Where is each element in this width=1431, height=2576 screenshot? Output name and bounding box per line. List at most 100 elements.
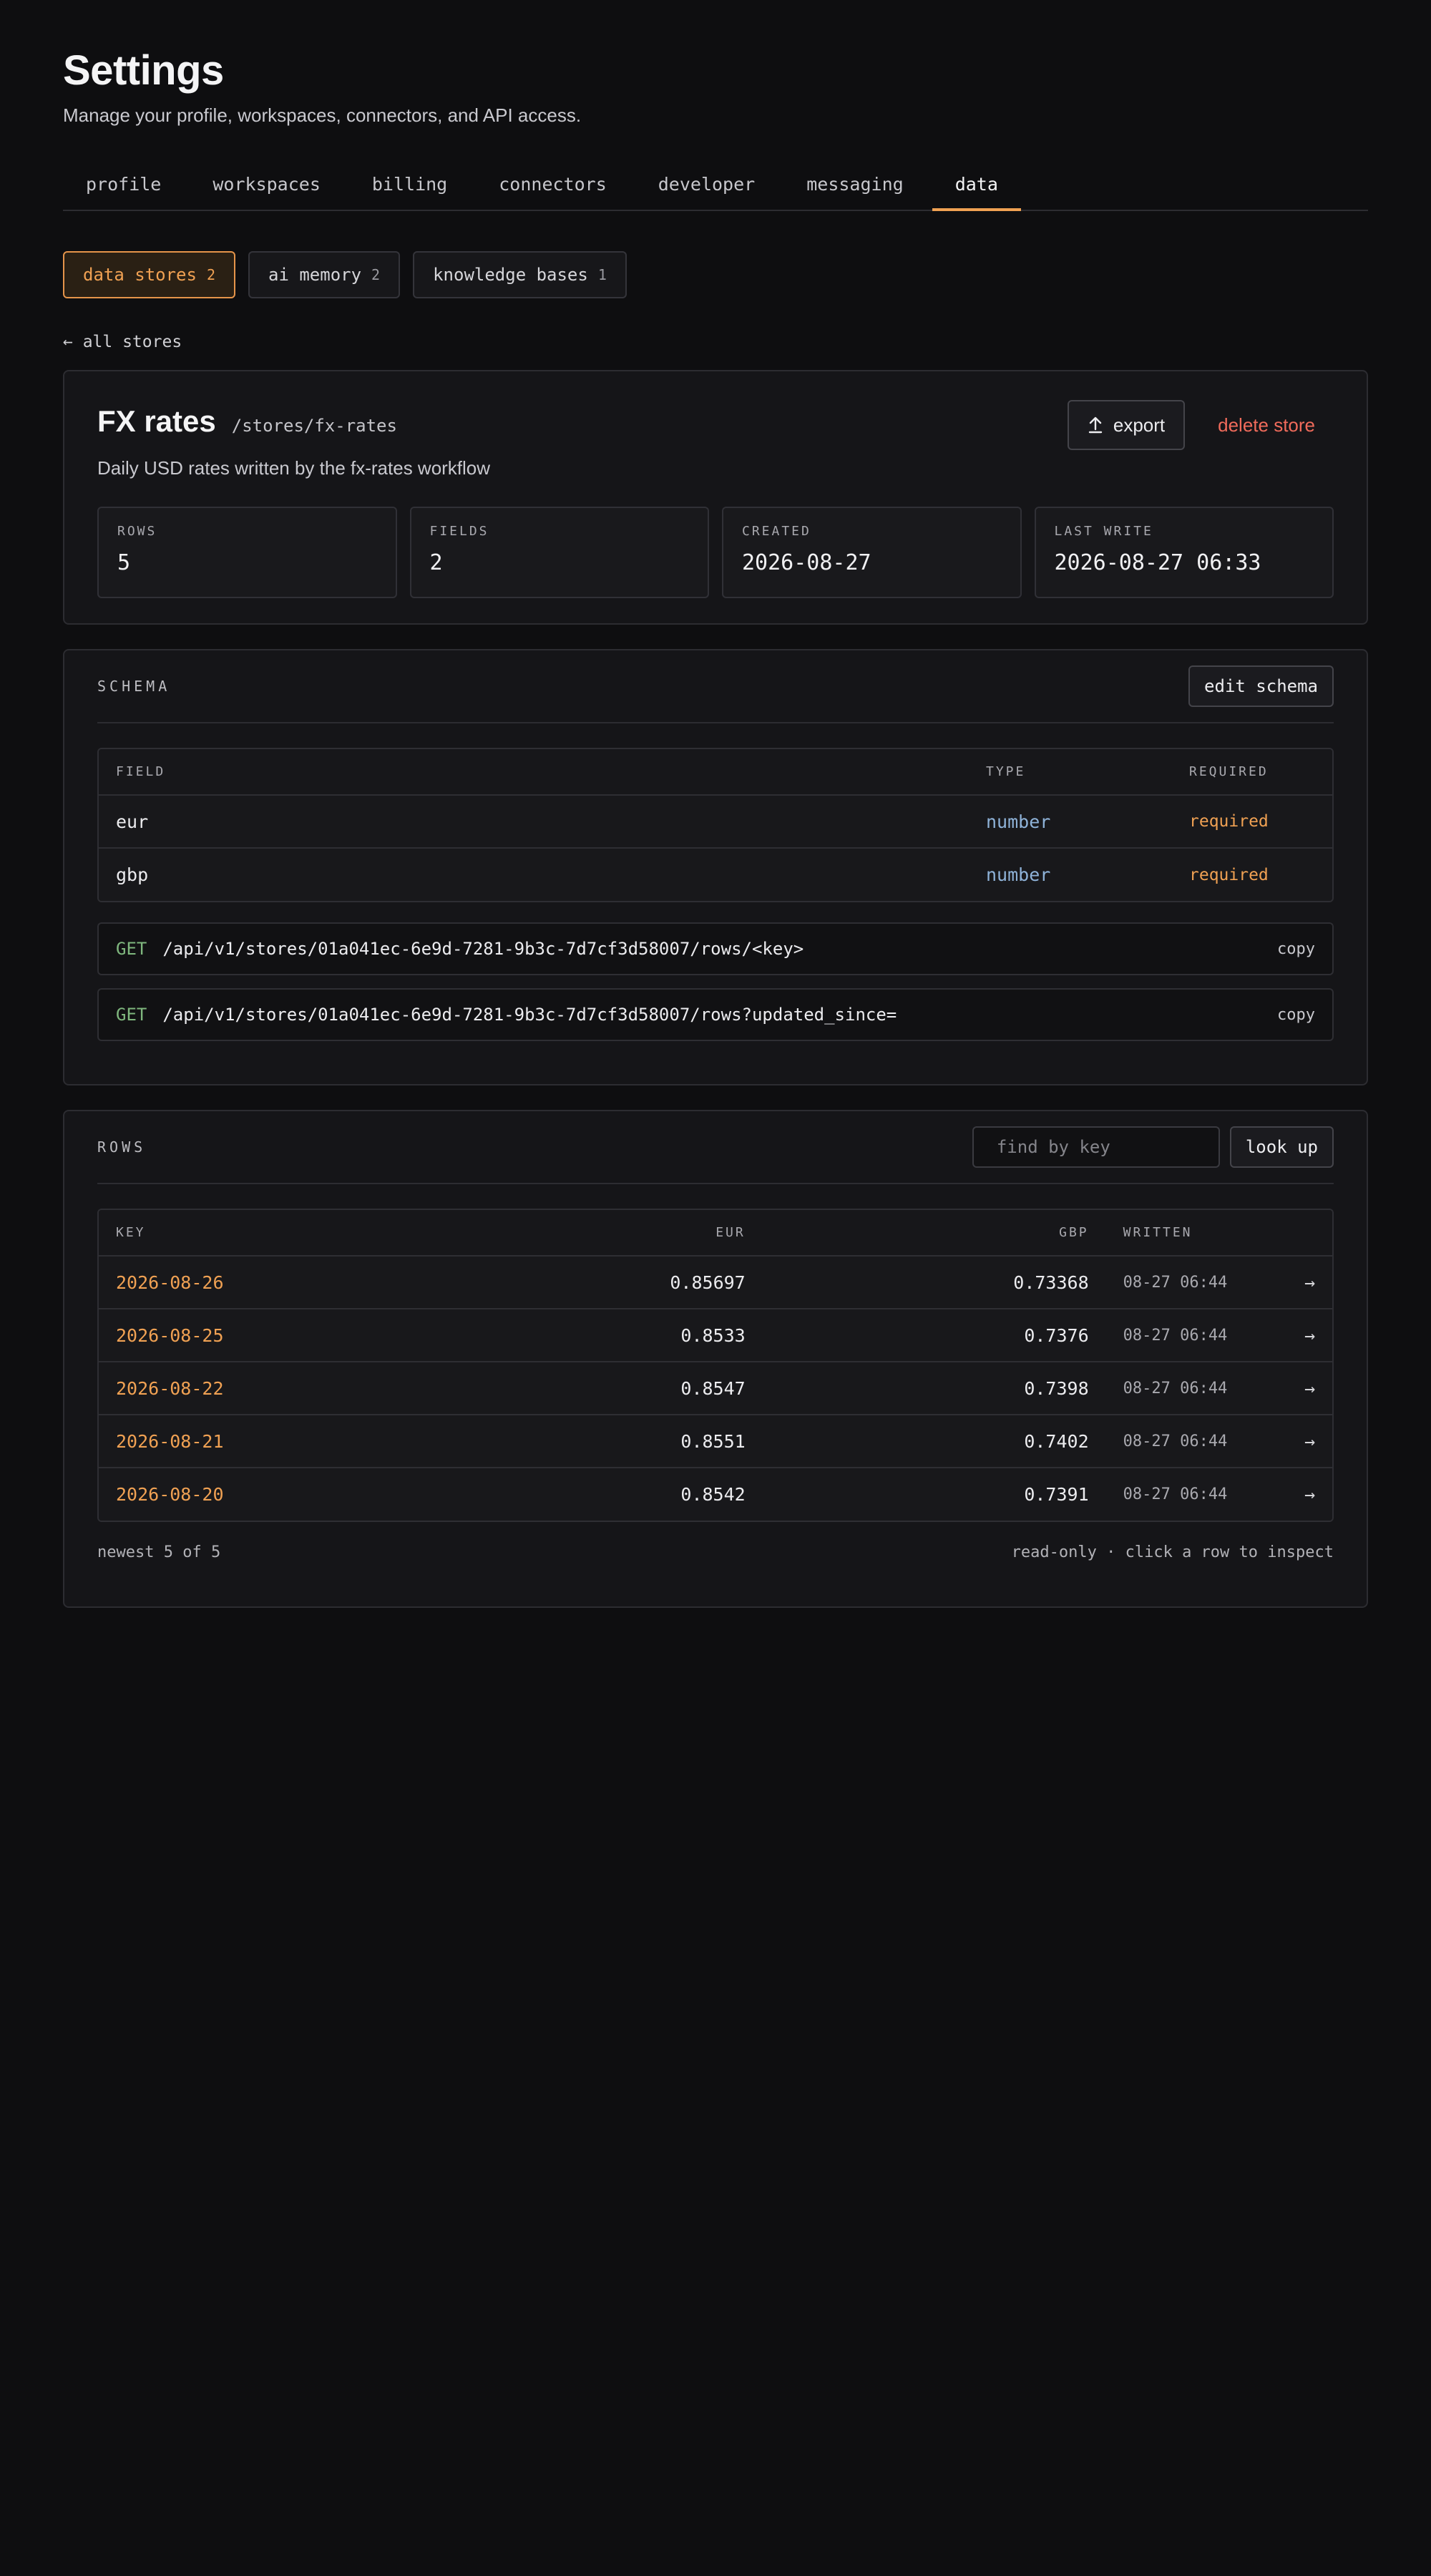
http-method: GET (116, 1005, 147, 1025)
column-header-required: REQUIRED (1172, 749, 1332, 796)
tab-messaging[interactable]: messaging (783, 164, 926, 211)
rows-count-note: newest 5 of 5 (97, 1543, 221, 1561)
page-title: Settings (63, 47, 224, 94)
look-up-button[interactable]: look up (1229, 1126, 1334, 1168)
store-path: /stores/fx-rates (231, 416, 397, 436)
rows-header-row: KEY EUR GBP WRITTEN (99, 1210, 1332, 1257)
arrow-right-icon[interactable]: → (1286, 1362, 1332, 1415)
schema-table-wrap: FIELD TYPE REQUIRED eur number required … (97, 748, 1334, 902)
stat-label: ROWS (117, 524, 157, 539)
column-header-open (1286, 1210, 1332, 1257)
tab-profile[interactable]: profile (63, 164, 184, 211)
schema-header-row: FIELD TYPE REQUIRED (99, 749, 1332, 796)
copy-endpoint-button[interactable]: copy (1277, 940, 1315, 958)
arrow-right-icon[interactable]: → (1286, 1415, 1332, 1468)
subtab-label: data stores (83, 265, 197, 285)
column-header-gbp: GBP (762, 1210, 1106, 1257)
subtab-count: 1 (597, 266, 607, 283)
field-required: required (1172, 795, 1332, 849)
column-header-type: TYPE (969, 749, 1172, 796)
upload-icon (1088, 416, 1103, 434)
schema-label: SCHEMA (97, 678, 171, 695)
row-key: 2026-08-26 (99, 1256, 473, 1309)
row-written: 08-27 06:44 (1105, 1309, 1287, 1362)
table-row: eur number required (99, 795, 1332, 849)
store-name: FX rates (97, 404, 216, 438)
delete-store-button[interactable]: delete store (1199, 400, 1334, 450)
edit-schema-button[interactable]: edit schema (1188, 665, 1334, 707)
rows-label: ROWS (97, 1138, 147, 1156)
table-row[interactable]: 2026-08-25 0.8533 0.7376 08-27 06:44 → (99, 1309, 1332, 1362)
table-row[interactable]: 2026-08-26 0.85697 0.73368 08-27 06:44 → (99, 1256, 1332, 1309)
row-eur: 0.8551 (472, 1415, 763, 1468)
search-box (972, 1126, 1220, 1168)
row-key: 2026-08-22 (99, 1362, 473, 1415)
row-gbp: 0.7402 (762, 1415, 1106, 1468)
table-row[interactable]: 2026-08-22 0.8547 0.7398 08-27 06:44 → (99, 1362, 1332, 1415)
field-type: number (969, 848, 1172, 901)
export-button[interactable]: export (1067, 400, 1186, 450)
row-written: 08-27 06:44 (1105, 1468, 1287, 1521)
stat-label: CREATED (742, 524, 811, 539)
row-gbp: 0.73368 (762, 1256, 1106, 1309)
schema-section-header: SCHEMA edit schema (97, 650, 1334, 723)
endpoint-get-rows-since: GET /api/v1/stores/01a041ec-6e9d-7281-9b… (97, 988, 1334, 1041)
stat-created: CREATED 2026-08-27 (722, 507, 1022, 598)
rows-footer: newest 5 of 5 read-only · click a row to… (97, 1543, 1334, 1561)
tab-billing[interactable]: billing (349, 164, 470, 211)
subtab-label: ai memory (268, 265, 362, 285)
field-type: number (969, 795, 1172, 849)
tab-workspaces[interactable]: workspaces (190, 164, 343, 211)
stat-value: 5 (117, 550, 131, 575)
row-key: 2026-08-21 (99, 1415, 473, 1468)
column-header-key: KEY (99, 1210, 473, 1257)
endpoint-path: /api/v1/stores/01a041ec-6e9d-7281-9b3c-7… (162, 939, 804, 959)
rows-section-header: ROWS look up (97, 1111, 1334, 1184)
tab-developer[interactable]: developer (635, 164, 778, 211)
subtab-ai-memory[interactable]: ai memory 2 (248, 251, 401, 298)
row-written: 08-27 06:44 (1105, 1415, 1287, 1468)
store-actions: export delete store (1067, 400, 1334, 450)
subtab-knowledge-bases[interactable]: knowledge bases 1 (413, 251, 627, 298)
find-by-key-input[interactable] (996, 1137, 1216, 1157)
arrow-right-icon[interactable]: → (1286, 1309, 1332, 1362)
subtab-label: knowledge bases (433, 265, 588, 285)
copy-endpoint-button[interactable]: copy (1277, 1006, 1315, 1024)
rows-table-wrap: KEY EUR GBP WRITTEN 2026-08-26 0.85697 0… (97, 1209, 1334, 1522)
row-eur: 0.85697 (472, 1256, 763, 1309)
page-subtitle: Manage your profile, workspaces, connect… (63, 104, 582, 126)
table-row: gbp number required (99, 848, 1332, 901)
row-lookup: look up (972, 1126, 1334, 1168)
export-label: export (1113, 414, 1166, 436)
back-to-all-stores-link[interactable]: ← all stores (63, 333, 182, 351)
row-key: 2026-08-25 (99, 1309, 473, 1362)
stat-value: 2 (429, 550, 443, 575)
tab-connectors[interactable]: connectors (476, 164, 630, 211)
stat-fields: FIELDS 2 (409, 507, 709, 598)
subtab-data-stores[interactable]: data stores 2 (63, 251, 235, 298)
field-name: gbp (99, 848, 969, 901)
endpoint-get-row: GET /api/v1/stores/01a041ec-6e9d-7281-9b… (97, 922, 1334, 975)
tab-data[interactable]: data (932, 164, 1021, 211)
settings-page: Settings Manage your profile, workspaces… (63, 46, 1368, 1608)
field-required: required (1172, 848, 1332, 901)
rows-card: ROWS look up KEY EUR GBP (63, 1110, 1368, 1608)
row-written: 08-27 06:44 (1105, 1362, 1287, 1415)
table-row[interactable]: 2026-08-21 0.8551 0.7402 08-27 06:44 → (99, 1415, 1332, 1468)
data-subtabs: data stores 2 ai memory 2 knowledge base… (63, 251, 1368, 298)
arrow-right-icon[interactable]: → (1286, 1256, 1332, 1309)
stat-label: LAST WRITE (1054, 524, 1153, 539)
row-gbp: 0.7376 (762, 1309, 1106, 1362)
table-row[interactable]: 2026-08-20 0.8542 0.7391 08-27 06:44 → (99, 1468, 1332, 1521)
rows-hint: read-only · click a row to inspect (1011, 1543, 1334, 1561)
stat-label: FIELDS (429, 524, 489, 539)
row-eur: 0.8542 (472, 1468, 763, 1521)
arrow-right-icon[interactable]: → (1286, 1468, 1332, 1521)
store-description: Daily USD rates written by the fx-rates … (97, 457, 491, 479)
stat-rows: ROWS 5 (97, 507, 397, 598)
stat-last-write: LAST WRITE 2026-08-27 06:33 (1034, 507, 1334, 598)
store-header-card: FX rates /stores/fx-rates Daily USD rate… (63, 370, 1368, 625)
row-gbp: 0.7391 (762, 1468, 1106, 1521)
subtab-count: 2 (206, 266, 215, 283)
column-header-written: WRITTEN (1105, 1210, 1287, 1257)
